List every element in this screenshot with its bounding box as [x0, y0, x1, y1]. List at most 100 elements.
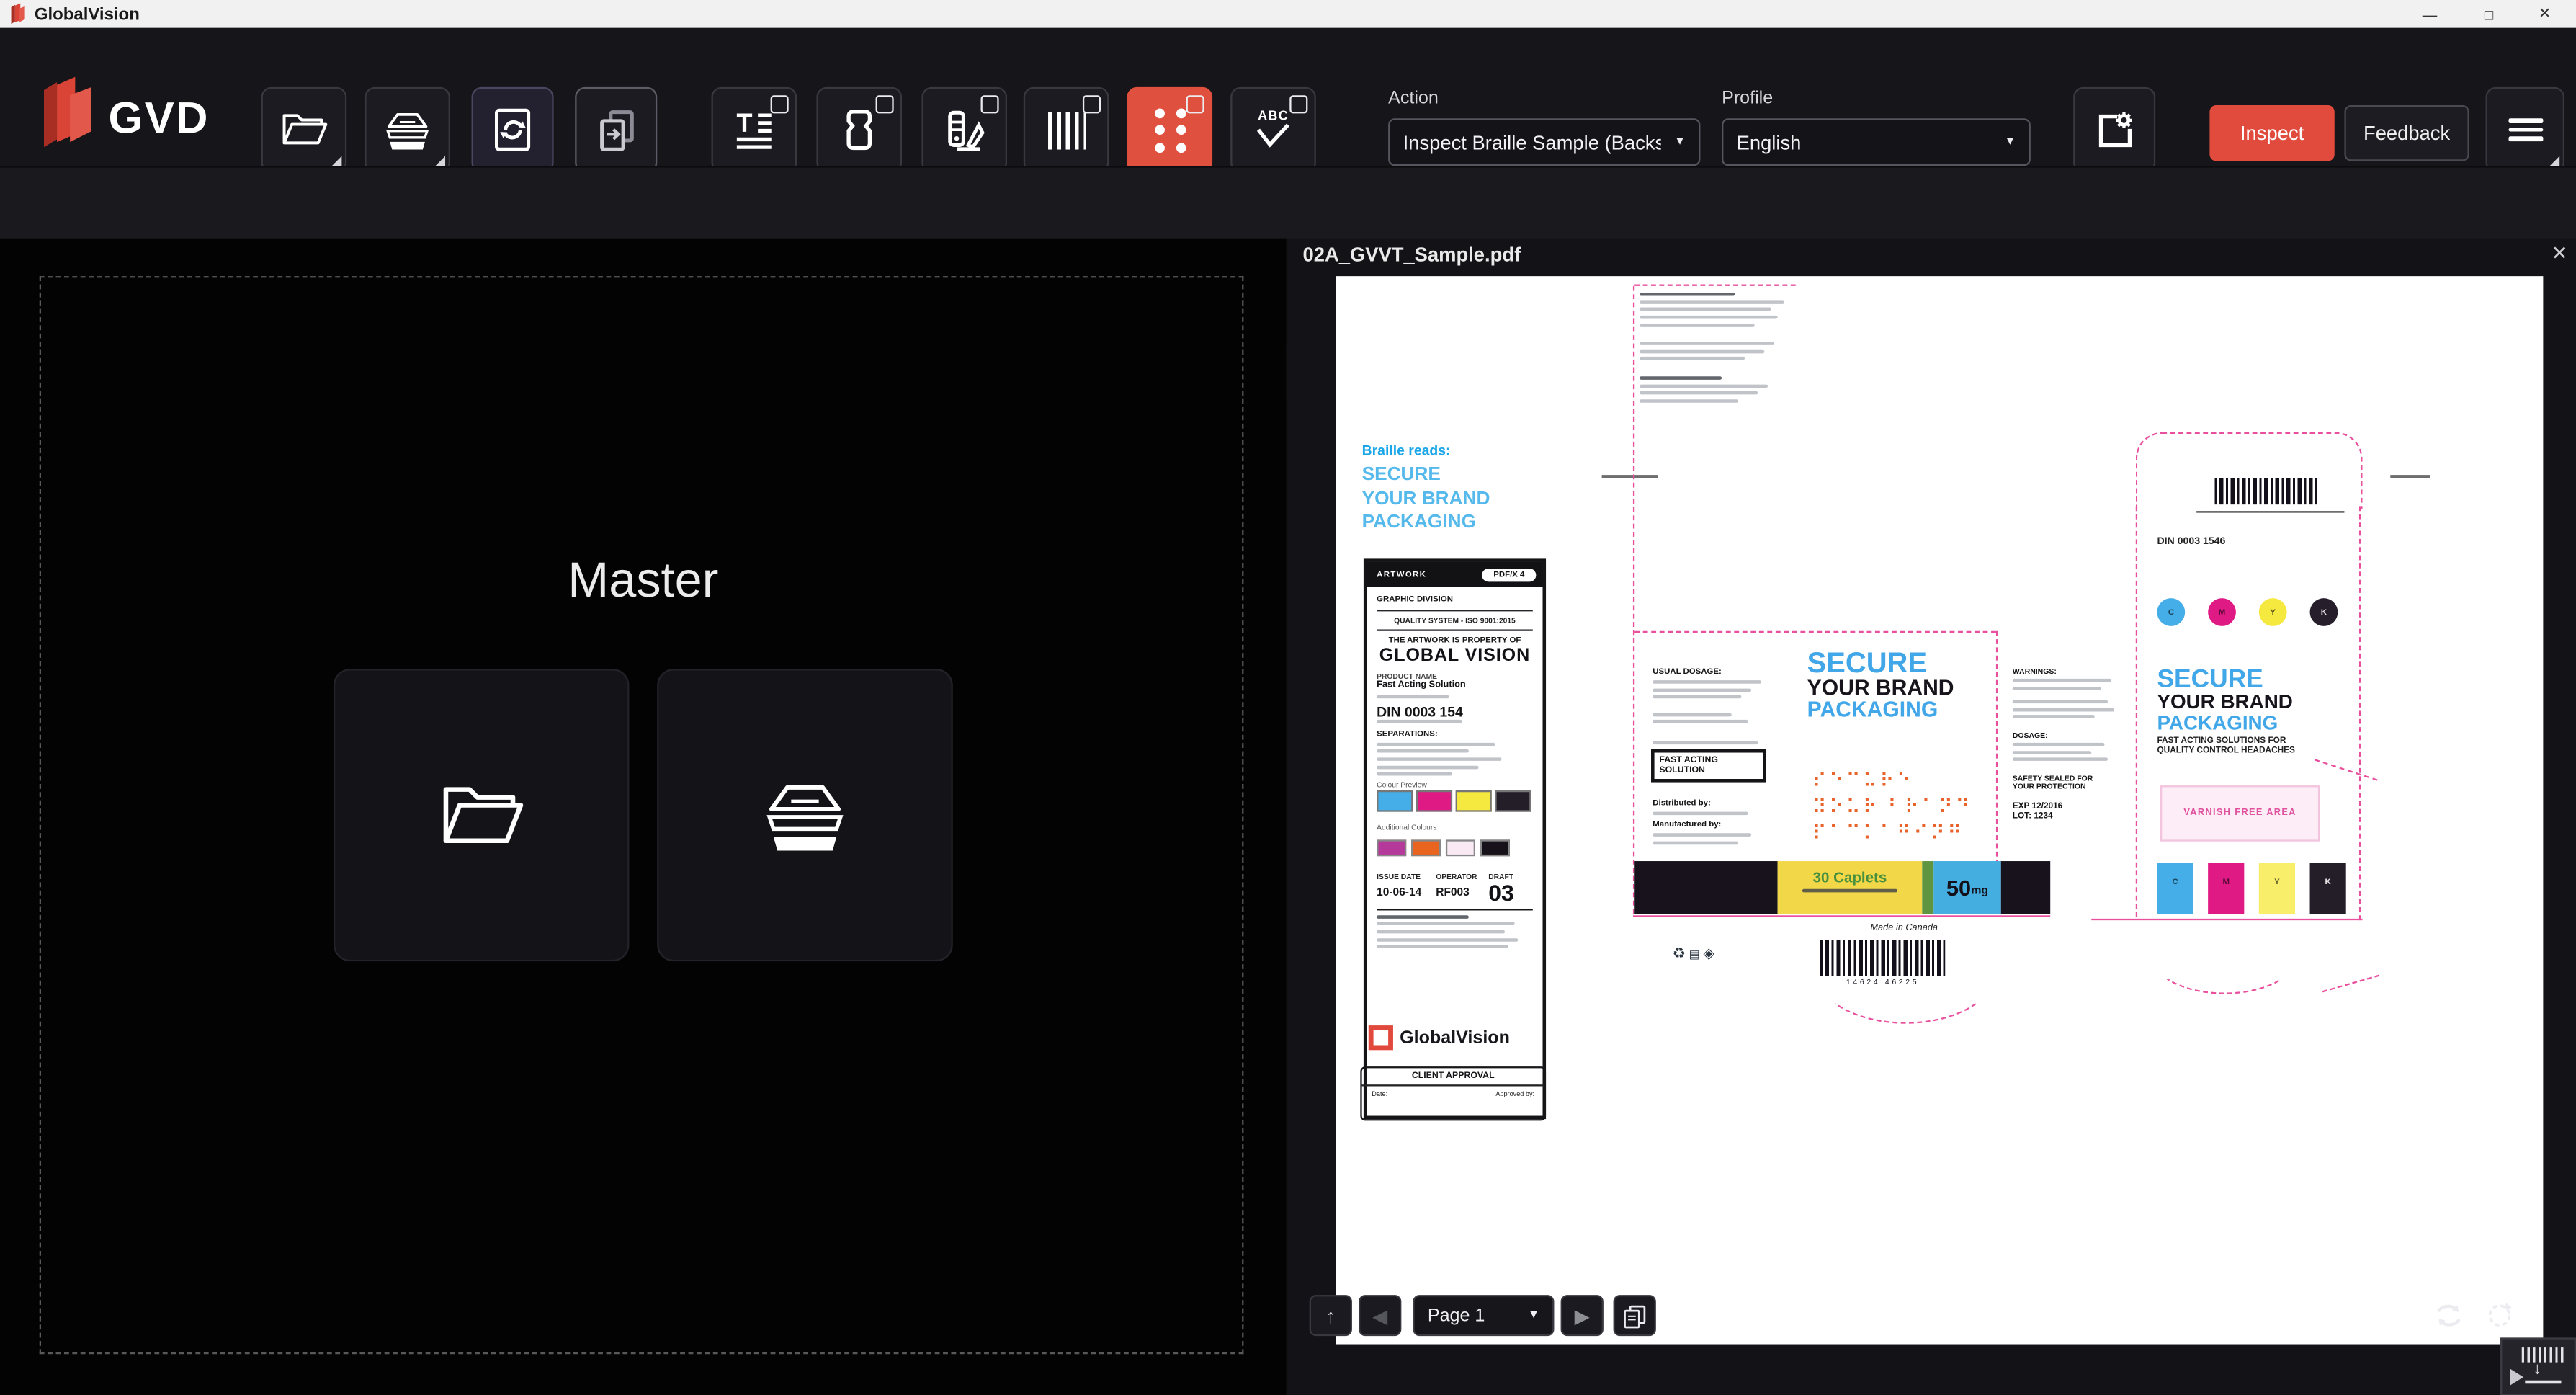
text-inspection-button[interactable]	[712, 87, 797, 173]
page-select-dropdown[interactable]: Page 1 ▼	[1413, 1295, 1554, 1336]
warnings-panel: WARNINGS: DOSAGE: SAFETY SEALED FOR YOUR…	[2013, 667, 2128, 821]
quality-line: QUALITY SYSTEM - ISO 9001:2015	[1377, 615, 1533, 625]
minimize-button[interactable]: —	[2402, 0, 2458, 28]
next-page-button[interactable]: ▶	[1561, 1295, 1604, 1336]
lot-line: LOT: 1234	[2013, 811, 2128, 821]
fast-acting-box: FAST ACTING SOLUTION	[1651, 749, 1766, 783]
all-pages-button[interactable]	[1614, 1295, 1656, 1336]
top-barcode	[2214, 478, 2320, 504]
braille-inspection-button[interactable]	[1127, 87, 1212, 173]
cmyk-dot-c: C	[2157, 598, 2185, 626]
profile-dropdown[interactable]: English ▼	[1722, 118, 2031, 166]
graphics-inspection-button[interactable]	[816, 87, 902, 173]
spellcheck-icon: ABC	[1253, 110, 1293, 150]
pages-icon	[1622, 1302, 1647, 1328]
barcode-inspection-button[interactable]	[1024, 87, 1109, 173]
mode-checkbox[interactable]	[1083, 95, 1101, 113]
cmyk-bar-m: M	[2208, 863, 2244, 914]
barcode-icon	[1047, 111, 1085, 148]
chevron-down-icon: ▼	[2004, 136, 2016, 148]
globalvision-square-icon	[1369, 1025, 1393, 1050]
band-caplets: 30 Caplets	[1778, 861, 1923, 914]
repeat-inspection-button[interactable]	[472, 87, 554, 173]
play-icon[interactable]	[2510, 1369, 2523, 1386]
braille-dots-text: ⠎⠑⠉⠥⠗⠑ ⠽⠕⠥⠗ ⠃⠗⠁⠝⠙ ⠏⠁⠉⠅⠁⠛⠊⠝⠛	[1812, 767, 1972, 846]
master-open-file-card[interactable]	[334, 669, 630, 961]
open-file-button[interactable]	[261, 87, 347, 173]
copy-pages-icon	[595, 107, 638, 153]
repeat-document-icon	[491, 107, 534, 153]
export-settings-button[interactable]	[2073, 87, 2155, 173]
first-page-button[interactable]: ↑	[1310, 1295, 1352, 1336]
master-drop-area[interactable]	[40, 276, 1244, 1354]
scan-button[interactable]	[365, 87, 450, 173]
spellcheck-inspection-button[interactable]: ABC	[1230, 87, 1316, 173]
draft-value: 03	[1488, 882, 1531, 904]
swap-master-sample-button[interactable]	[2426, 1295, 2469, 1336]
diecut-flap	[2152, 920, 2297, 994]
close-button[interactable]: ✕	[2517, 0, 2573, 28]
braille-reads-label: Braille reads:	[1362, 442, 1451, 458]
feedback-button[interactable]: Feedback	[2344, 105, 2469, 161]
artwork-header: ARTWORK PDF/X 4	[1367, 562, 1542, 587]
color-inspection-button[interactable]	[921, 87, 1007, 173]
inspect-button[interactable]: Inspect	[2209, 105, 2334, 161]
made-in-text: Made in Canada	[1799, 924, 2009, 934]
cmyk-preview-swatches	[1377, 791, 1533, 821]
operator-value: RF003	[1436, 886, 1488, 898]
additional-swatches	[1377, 834, 1533, 864]
manufactured-label: Manufactured by:	[1653, 820, 1781, 830]
action-value: Inspect Braille Sample (Backsi	[1403, 130, 1661, 153]
prev-page-button[interactable]: ◀	[1359, 1295, 1401, 1336]
color-swatch-icon	[942, 107, 988, 153]
profile-label: Profile	[1722, 89, 1773, 108]
varnish-free-box: VARNISH FREE AREA	[2160, 785, 2320, 842]
braille-icon	[1154, 107, 1185, 152]
mode-checkbox[interactable]	[1186, 95, 1204, 113]
diecut-line	[1634, 631, 1996, 633]
colour-preview-label: Colour Preview	[1377, 780, 1533, 790]
window-title: GlobalVision	[35, 4, 140, 24]
menu-button[interactable]	[2486, 87, 2564, 173]
rotate-page-button[interactable]	[2477, 1295, 2520, 1336]
company-name: GLOBAL VISION	[1377, 645, 1533, 664]
action-dropdown[interactable]: Inspect Braille Sample (Backsi ▼	[1388, 118, 1700, 166]
issue-date-label: ISSUE DATE	[1377, 873, 1436, 882]
caplets-text: 30 Caplets	[1778, 869, 1923, 886]
mode-checkbox[interactable]	[981, 95, 999, 113]
din2-number: DIN 0003 1546	[2157, 535, 2225, 547]
barcode-tool-flyout[interactable]: ↓	[2500, 1337, 2576, 1395]
mode-checkbox[interactable]	[771, 95, 789, 113]
redacted-text-block	[1640, 293, 1797, 407]
additional-colours-label: Additional Colours	[1377, 824, 1533, 833]
cmyk-dot-y: Y	[2259, 598, 2287, 626]
maximize-button[interactable]: □	[2461, 0, 2517, 28]
dosage-label: DOSAGE:	[2013, 731, 2128, 739]
copy-settings-button[interactable]	[575, 87, 657, 173]
pdf-page[interactable]: Braille reads: SECURE YOUR BRAND PACKAGI…	[1336, 276, 2543, 1344]
hamburger-icon	[2508, 113, 2542, 147]
scanner-icon	[757, 775, 852, 854]
folder-open-icon	[434, 775, 529, 854]
app-window: GlobalVision — □ ✕ GVD	[0, 0, 2576, 1395]
cmyk-dot-k: K	[2310, 598, 2338, 626]
mode-checkbox[interactable]	[1289, 95, 1307, 113]
front-headline: SECURE YOUR BRAND PACKAGING	[1807, 649, 2005, 721]
sub-toolbar: PDF	[0, 166, 2576, 240]
tray-line	[2525, 1381, 2561, 1384]
master-panel: Master	[0, 239, 1287, 1395]
pdf-filename: 02A_GVVT_Sample.pdf	[1303, 244, 1521, 267]
download-arrow-icon: ↓	[2533, 1360, 2541, 1378]
main-toolbar: GVD	[0, 28, 2576, 166]
cmyk-bar-c: C	[2157, 863, 2193, 914]
master-scan-card[interactable]	[657, 669, 953, 961]
diecut-line	[2322, 975, 2380, 993]
cmyk-bar-y: Y	[2259, 863, 2295, 914]
close-pdf-icon[interactable]: ✕	[2552, 241, 2568, 264]
registration-line	[1602, 475, 1658, 478]
band-green-sliver	[1922, 861, 1933, 914]
mode-checkbox[interactable]	[876, 95, 894, 113]
export-gear-icon	[2091, 107, 2137, 153]
text-inspection-icon	[731, 107, 777, 153]
separations-label: SEPARATIONS:	[1377, 729, 1533, 739]
